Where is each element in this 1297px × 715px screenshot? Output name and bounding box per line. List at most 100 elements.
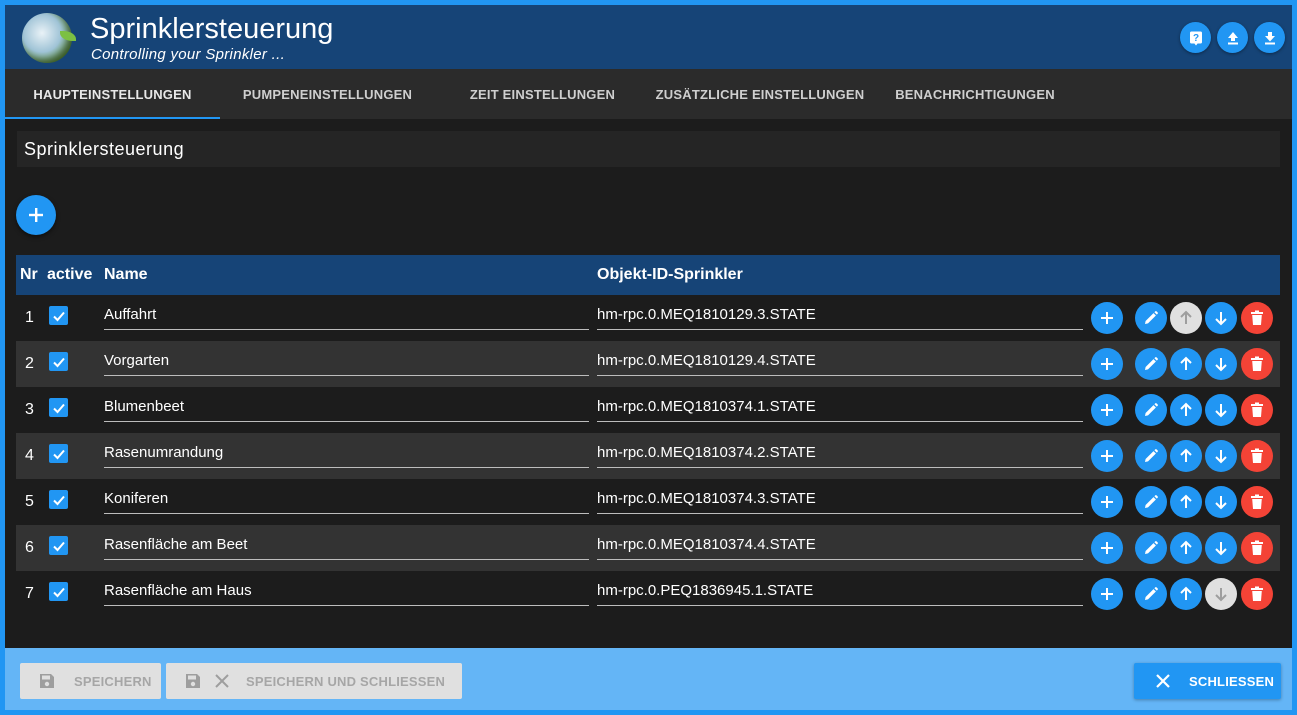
tab-zusaetzliche-einstellungen[interactable]: ZUSÄTZLICHE EINSTELLUNGEN	[645, 69, 875, 119]
active-checkbox[interactable]	[49, 582, 68, 601]
delete-button[interactable]	[1241, 302, 1273, 334]
move-down-button[interactable]	[1205, 348, 1237, 380]
delete-button[interactable]	[1241, 486, 1273, 518]
object-id-field[interactable]: hm-rpc.0.MEQ1810374.1.STATE	[597, 396, 1083, 422]
save-button[interactable]: SPEICHERN	[20, 663, 161, 699]
tab-haupteinstellungen[interactable]: HAUPTEINSTELLUNGEN	[5, 69, 220, 119]
table-header: Nr active Name Objekt-ID-Sprinkler	[16, 255, 1280, 295]
header-object-id: Objekt-ID-Sprinkler	[597, 266, 743, 283]
table-row: 6 Rasenfläche am Beet hm-rpc.0.MEQ1810374.…	[16, 525, 1280, 571]
pencil-icon	[1145, 311, 1158, 324]
close-button-label: SCHLIESSEN	[1189, 673, 1275, 689]
object-id-field[interactable]: hm-rpc.0.MEQ1810374.2.STATE	[597, 442, 1083, 468]
active-checkbox[interactable]	[49, 490, 68, 509]
arrow-up-icon	[1180, 310, 1192, 324]
select-object-button[interactable]	[1091, 348, 1123, 380]
active-checkbox[interactable]	[49, 398, 68, 417]
select-object-button[interactable]	[1091, 532, 1123, 564]
app-title: Sprinklersteuerung	[90, 13, 334, 45]
move-up-button[interactable]	[1170, 394, 1202, 426]
move-up-button[interactable]	[1170, 578, 1202, 610]
save-and-close-button[interactable]: SPEICHERN UND SCHLIESSEN	[166, 663, 462, 699]
edit-button[interactable]	[1135, 440, 1167, 472]
help-icon: ?	[1189, 31, 1202, 45]
plus-icon	[1101, 496, 1113, 508]
move-up-button[interactable]	[1170, 532, 1202, 564]
arrow-down-icon	[1215, 496, 1227, 510]
tab-zeit-einstellungen[interactable]: ZEIT EINSTELLUNGEN	[455, 69, 630, 119]
trash-icon	[1251, 356, 1263, 371]
edit-button[interactable]	[1135, 578, 1167, 610]
name-field[interactable]: Rasenfläche am Haus	[104, 580, 589, 606]
select-object-button[interactable]	[1091, 440, 1123, 472]
object-id-field[interactable]: hm-rpc.0.PEQ1836945.1.STATE	[597, 580, 1083, 606]
name-field[interactable]: Rasenumrandung	[104, 442, 589, 468]
edit-button[interactable]	[1135, 302, 1167, 334]
table-row: 3 Blumenbeet hm-rpc.0.MEQ1810374.1.STATE	[16, 387, 1280, 433]
name-field[interactable]: Koniferen	[104, 488, 589, 514]
edit-button[interactable]	[1135, 394, 1167, 426]
save-button-label: SPEICHERN	[74, 673, 152, 689]
move-up-button[interactable]	[1170, 440, 1202, 472]
upload-button[interactable]	[1217, 22, 1248, 53]
edit-button[interactable]	[1135, 532, 1167, 564]
move-down-button[interactable]	[1205, 394, 1237, 426]
help-button[interactable]: ?	[1180, 22, 1211, 53]
active-checkbox[interactable]	[49, 352, 68, 371]
object-id-field[interactable]: hm-rpc.0.MEQ1810129.4.STATE	[597, 350, 1083, 376]
pencil-icon	[1145, 357, 1158, 370]
move-up-button[interactable]	[1170, 486, 1202, 518]
section-title: Sprinklersteuerung	[24, 139, 185, 159]
object-id-field[interactable]: hm-rpc.0.MEQ1810129.3.STATE	[597, 304, 1083, 330]
delete-button[interactable]	[1241, 440, 1273, 472]
move-down-button[interactable]	[1205, 532, 1237, 564]
move-down-button[interactable]	[1205, 578, 1237, 610]
row-number: 6	[25, 539, 34, 556]
close-button[interactable]: SCHLIESSEN	[1134, 663, 1281, 699]
arrow-up-icon	[1180, 356, 1192, 370]
move-up-button[interactable]	[1170, 348, 1202, 380]
select-object-button[interactable]	[1091, 486, 1123, 518]
active-checkbox[interactable]	[49, 444, 68, 463]
name-field[interactable]: Vorgarten	[104, 350, 589, 376]
tab-benachrichtigungen[interactable]: BENACHRICHTIGUNGEN	[885, 69, 1065, 119]
object-id-field[interactable]: hm-rpc.0.MEQ1810374.4.STATE	[597, 534, 1083, 560]
delete-button[interactable]	[1241, 532, 1273, 564]
name-field[interactable]: Auffahrt	[104, 304, 589, 330]
close-icon	[215, 674, 229, 688]
name-field[interactable]: Blumenbeet	[104, 396, 589, 422]
name-field[interactable]: Rasenfläche am Beet	[104, 534, 589, 560]
edit-button[interactable]	[1135, 348, 1167, 380]
delete-button[interactable]	[1241, 348, 1273, 380]
delete-button[interactable]	[1241, 394, 1273, 426]
move-down-button[interactable]	[1205, 302, 1237, 334]
delete-button[interactable]	[1241, 578, 1273, 610]
object-id-field[interactable]: hm-rpc.0.MEQ1810374.3.STATE	[597, 488, 1083, 514]
pencil-icon	[1145, 587, 1158, 600]
table-row: 1 Auffahrt hm-rpc.0.MEQ1810129.3.STATE	[16, 295, 1280, 341]
edit-button[interactable]	[1135, 486, 1167, 518]
floppy-disk-icon	[40, 674, 54, 688]
select-object-button[interactable]	[1091, 394, 1123, 426]
arrow-down-icon	[1215, 588, 1227, 602]
app-header: Sprinklersteuerung Controlling your Spri…	[5, 5, 1292, 69]
table-row: 7 Rasenfläche am Haus hm-rpc.0.PEQ1836945.…	[16, 571, 1280, 617]
select-object-button[interactable]	[1091, 578, 1123, 610]
active-checkbox[interactable]	[49, 536, 68, 555]
active-checkbox[interactable]	[49, 306, 68, 325]
move-down-button[interactable]	[1205, 486, 1237, 518]
move-up-button[interactable]	[1170, 302, 1202, 334]
download-button[interactable]	[1254, 22, 1285, 53]
checkmark-icon	[52, 495, 65, 505]
tab-bar: HAUPTEINSTELLUNGEN PUMPENEINSTELLUNGEN Z…	[5, 69, 1292, 119]
tab-pumpeneinstellungen[interactable]: PUMPENEINSTELLUNGEN	[220, 69, 435, 119]
row-number: 5	[25, 493, 34, 510]
app-subtitle: Controlling your Sprinkler ...	[91, 46, 286, 63]
arrow-down-icon	[1215, 542, 1227, 556]
select-object-button[interactable]	[1091, 302, 1123, 334]
add-sprinkler-button[interactable]	[16, 195, 56, 235]
floppy-disk-icon	[186, 674, 200, 688]
move-down-button[interactable]	[1205, 440, 1237, 472]
app-logo-icon	[22, 13, 76, 63]
section-header: Sprinklersteuerung	[17, 131, 1280, 167]
